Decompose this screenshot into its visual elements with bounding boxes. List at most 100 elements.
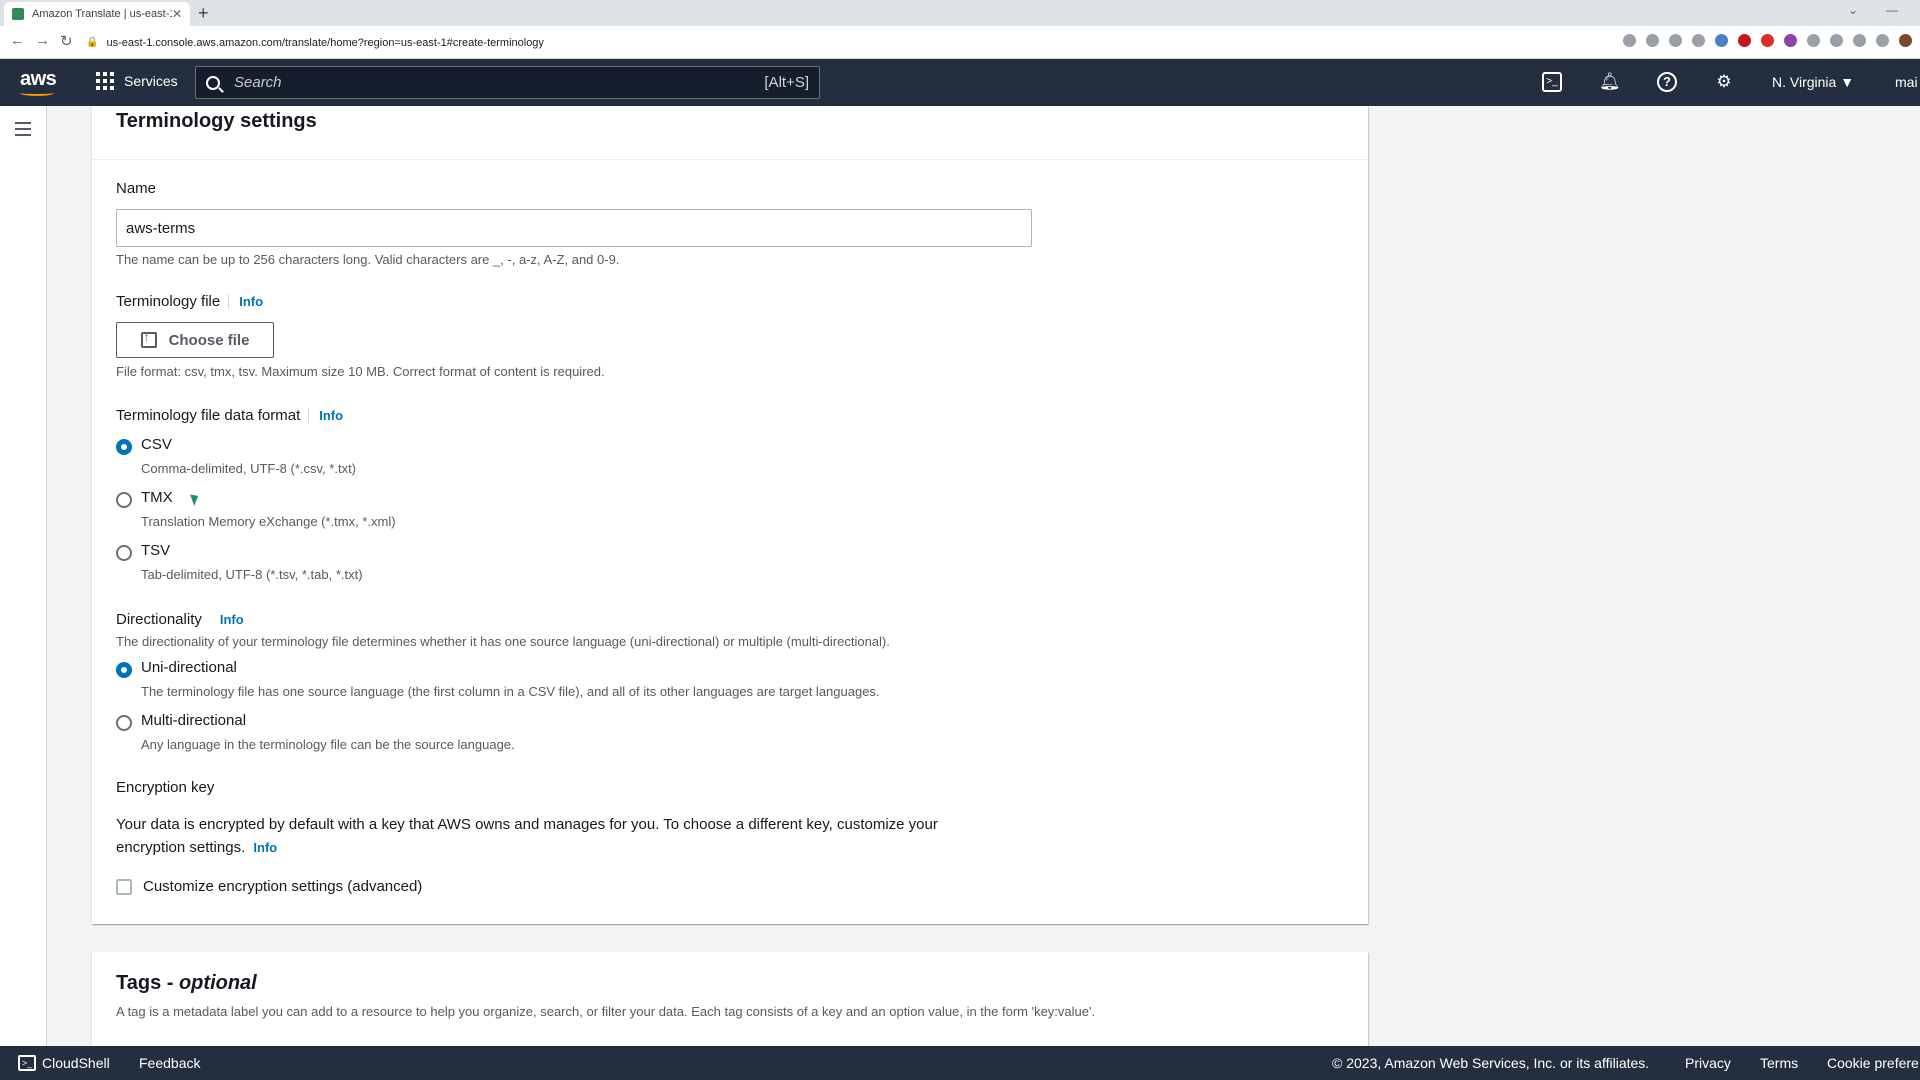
- directionality-label: Directionality Info: [116, 611, 244, 628]
- cookie-preferences-link[interactable]: Cookie prefere: [1827, 1055, 1919, 1071]
- grid-icon: [96, 72, 114, 90]
- privacy-link[interactable]: Privacy: [1685, 1055, 1731, 1071]
- terminology-file-label-text: Terminology file: [116, 293, 221, 310]
- encryption-desc-line2-text: encryption settings.: [116, 839, 246, 856]
- data-format-label-text: Terminology file data format: [116, 407, 301, 424]
- side-panel-icon[interactable]: [1876, 34, 1889, 47]
- help-icon[interactable]: ?: [1657, 72, 1677, 92]
- browser-tabbar: Amazon Translate | us-east-1 ✕ + ⌄ —: [0, 0, 1920, 26]
- aws-top-nav: aws Services [Alt+S] >_ 🔔︎ ? ⚙ N. Virgin…: [0, 59, 1920, 106]
- extension-icon[interactable]: [1761, 34, 1774, 47]
- gear-icon[interactable]: ⚙: [1714, 72, 1734, 92]
- translate-favicon-icon: [12, 8, 24, 20]
- account-menu[interactable]: mai: [1895, 74, 1918, 90]
- encryption-key-label: Encryption key: [116, 779, 215, 796]
- radio-tmx[interactable]: [116, 492, 132, 508]
- option-desc-uni-directional: The terminology file has one source lang…: [141, 684, 880, 699]
- tags-panel: Tags - optional A tag is a metadata labe…: [92, 952, 1368, 1046]
- panel-header: Terminology settings: [92, 106, 1368, 160]
- format-info-link[interactable]: Info: [308, 408, 344, 423]
- reload-icon[interactable]: ↻: [60, 32, 73, 50]
- radio-uni-directional[interactable]: [116, 662, 132, 678]
- directionality-info-link[interactable]: Info: [210, 612, 244, 627]
- terminology-file-label: Terminology file Info: [116, 293, 264, 310]
- copyright-text: © 2023, Amazon Web Services, Inc. or its…: [1332, 1055, 1650, 1071]
- cloudshell-footer-icon: >_: [18, 1055, 36, 1071]
- encryption-desc-line1: Your data is encrypted by default with a…: [116, 816, 938, 833]
- directionality-label-text: Directionality: [116, 611, 202, 628]
- terms-link[interactable]: Terms: [1760, 1055, 1798, 1071]
- back-icon[interactable]: ←: [10, 32, 25, 49]
- address-bar[interactable]: 🔒 us-east-1.console.aws.amazon.com/trans…: [86, 30, 1586, 55]
- name-hint: The name can be up to 256 characters lon…: [116, 252, 620, 267]
- feedback-link[interactable]: Feedback: [139, 1055, 200, 1071]
- browser-toolbar: ← → ↻ 🔒 us-east-1.console.aws.amazon.com…: [0, 26, 1920, 59]
- extension-icon[interactable]: [1738, 34, 1751, 47]
- reading-list-icon[interactable]: [1853, 34, 1866, 47]
- tab-search-icon[interactable]: ⌄: [1848, 3, 1858, 17]
- extension-icon[interactable]: [1715, 34, 1728, 47]
- option-desc-multi-directional: Any language in the terminology file can…: [141, 737, 515, 752]
- upload-icon: [140, 330, 157, 348]
- minimize-icon[interactable]: —: [1886, 3, 1898, 17]
- encryption-info-link[interactable]: Info: [253, 840, 277, 855]
- puzzle-icon[interactable]: [1830, 34, 1843, 47]
- customize-encryption-checkbox[interactable]: [116, 879, 132, 895]
- radio-csv[interactable]: [116, 439, 132, 455]
- choose-file-button[interactable]: Choose file: [116, 322, 274, 358]
- tags-title-optional: optional: [178, 972, 257, 994]
- name-input[interactable]: [116, 209, 1032, 247]
- hamburger-menu-icon[interactable]: [15, 122, 31, 140]
- file-hint: File format: csv, tmx, tsv. Maximum size…: [116, 364, 605, 379]
- file-info-link[interactable]: Info: [228, 294, 264, 309]
- extension-icon[interactable]: [1807, 34, 1820, 47]
- encryption-desc-line2: encryption settings. Info: [116, 839, 277, 856]
- side-navigation: [0, 106, 47, 1046]
- lock-icon: 🔒: [86, 37, 99, 48]
- cloudshell-icon[interactable]: >_: [1542, 72, 1562, 92]
- option-label-uni-directional[interactable]: Uni-directional: [141, 659, 237, 676]
- option-desc-tsv: Tab-delimited, UTF-8 (*.tsv, *.tab, *.tx…: [141, 567, 363, 582]
- option-desc-csv: Comma-delimited, UTF-8 (*.csv, *.txt): [141, 461, 357, 476]
- search-shortcut: [Alt+S]: [764, 74, 809, 91]
- browser-tab[interactable]: Amazon Translate | us-east-1 ✕: [4, 2, 190, 26]
- zoom-icon[interactable]: [1646, 34, 1659, 47]
- console-footer: >_ CloudShell Feedback © 2023, Amazon We…: [0, 1046, 1920, 1080]
- search-icon: [206, 75, 220, 90]
- new-tab-icon[interactable]: +: [198, 4, 209, 22]
- close-tab-icon[interactable]: ✕: [172, 7, 182, 21]
- extension-icons: [1623, 34, 1912, 47]
- section-title: Terminology settings: [116, 110, 317, 132]
- aws-logo[interactable]: aws: [20, 68, 57, 96]
- profile-avatar[interactable]: [1899, 34, 1912, 47]
- aws-logo-text: aws: [20, 68, 57, 90]
- share-icon[interactable]: [1669, 34, 1682, 47]
- google-icon[interactable]: [1623, 34, 1636, 47]
- search-bar[interactable]: [Alt+S]: [195, 66, 820, 99]
- forward-icon[interactable]: →: [35, 32, 50, 49]
- url-text: us-east-1.console.aws.amazon.com/transla…: [106, 36, 544, 49]
- option-label-tmx[interactable]: TMX: [141, 489, 173, 506]
- search-input[interactable]: [234, 74, 765, 91]
- tags-title: Tags - optional: [116, 972, 257, 995]
- option-label-csv[interactable]: CSV: [141, 436, 172, 453]
- cloudshell-button[interactable]: >_ CloudShell: [18, 1055, 110, 1071]
- region-selector[interactable]: N. Virginia ▼: [1772, 74, 1854, 90]
- radio-tsv[interactable]: [116, 545, 132, 561]
- option-desc-tmx: Translation Memory eXchange (*.tmx, *.xm…: [141, 514, 396, 529]
- services-menu-button[interactable]: Services: [96, 72, 178, 90]
- option-label-tsv[interactable]: TSV: [141, 542, 170, 559]
- directionality-desc: The directionality of your terminology f…: [116, 634, 890, 649]
- option-label-multi-directional[interactable]: Multi-directional: [141, 712, 246, 729]
- extension-icon[interactable]: [1784, 34, 1797, 47]
- customize-encryption-label[interactable]: Customize encryption settings (advanced): [143, 878, 422, 895]
- terminology-settings-panel: Terminology settings Name The name can b…: [92, 106, 1368, 924]
- name-label: Name: [116, 180, 157, 197]
- radio-multi-directional[interactable]: [116, 715, 132, 731]
- cloudshell-label: CloudShell: [42, 1055, 110, 1071]
- bell-icon[interactable]: 🔔︎: [1599, 72, 1621, 92]
- tags-desc: A tag is a metadata label you can add to…: [116, 1004, 1096, 1019]
- tags-title-text: Tags -: [116, 972, 179, 994]
- star-icon[interactable]: [1692, 34, 1705, 47]
- tab-title: Amazon Translate | us-east-1: [32, 8, 172, 20]
